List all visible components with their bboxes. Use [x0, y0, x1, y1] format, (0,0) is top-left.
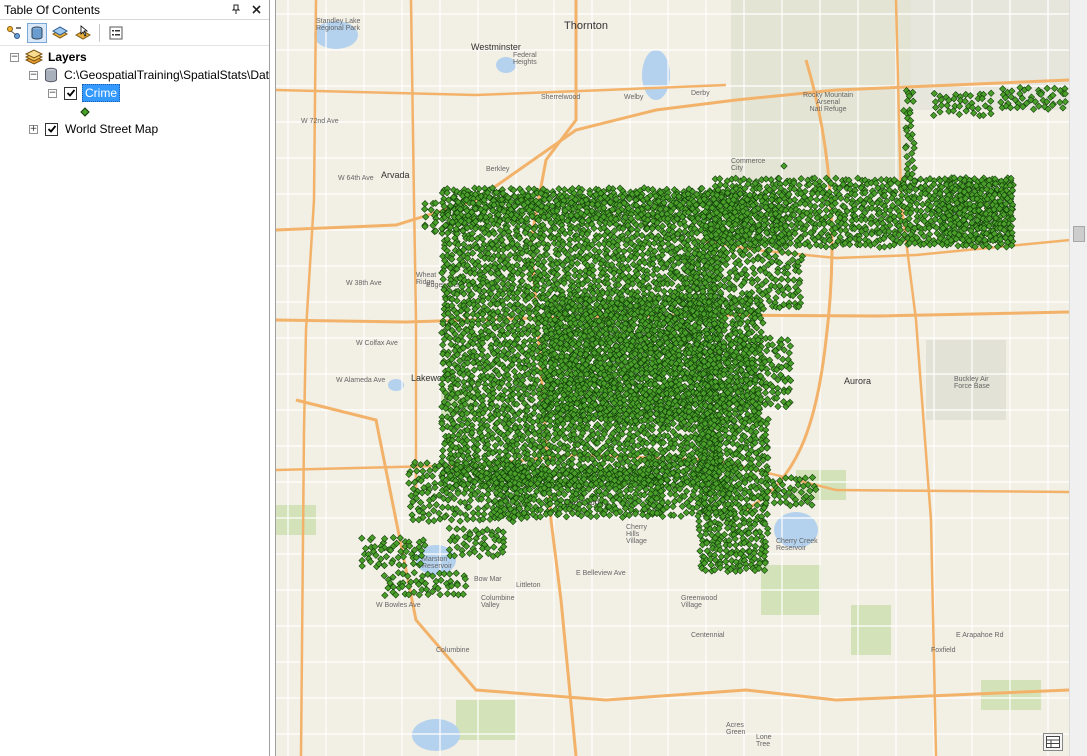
crime-point — [422, 213, 430, 221]
crime-point — [880, 243, 889, 251]
tree-row-dataframe[interactable]: − Layers — [10, 48, 89, 66]
toolbar-separator — [99, 23, 100, 42]
tree-row-source[interactable]: − C:\GeospatialTraining\SpatialStats\Dat — [29, 66, 271, 84]
crime-point — [501, 386, 509, 395]
crime-point — [439, 446, 447, 455]
crime-points-layer — [358, 83, 1069, 600]
toc-toolbar — [0, 20, 269, 46]
list-by-drawing-order-icon — [7, 25, 21, 39]
list-by-source-button[interactable] — [27, 22, 47, 43]
collapse-toggle[interactable]: − — [29, 70, 38, 80]
crime-legend-row — [80, 103, 90, 121]
crime-visibility-checkbox[interactable] — [64, 86, 77, 100]
list-by-source-icon — [31, 26, 43, 39]
crime-point — [822, 243, 830, 251]
crime-point — [716, 175, 724, 183]
collapse-toggle[interactable]: − — [48, 88, 57, 98]
crime-point — [555, 185, 563, 193]
list-by-drawing-order-button[interactable] — [4, 23, 24, 43]
crime-point — [573, 259, 581, 268]
crime-point — [565, 240, 573, 248]
list-by-visibility-icon — [52, 25, 68, 39]
crime-point — [594, 282, 603, 290]
crime-point — [483, 352, 492, 360]
map-view[interactable]: Thornton Westminster Federal Heights She… — [275, 0, 1069, 756]
options-button[interactable] — [106, 23, 126, 43]
crime-point — [474, 320, 483, 328]
list-by-selection-button[interactable] — [73, 23, 93, 43]
basemap-layer-label[interactable]: World Street Map — [63, 121, 160, 137]
crime-point — [638, 251, 647, 259]
dataframe-layers-icon — [25, 49, 43, 65]
crime-point — [420, 205, 429, 213]
crime-point — [620, 247, 628, 255]
expand-toggle[interactable]: + — [29, 124, 38, 134]
tree-row-crime[interactable]: − Crime — [48, 84, 120, 102]
toc-titlebar: Table Of Contents — [0, 0, 269, 20]
toc-title: Table Of Contents — [4, 2, 101, 17]
crime-point — [438, 452, 447, 461]
tree-row-basemap[interactable]: + World Street Map — [29, 120, 160, 138]
basemap-visibility-checkbox[interactable] — [45, 122, 58, 136]
crime-point — [529, 389, 538, 397]
crime-symbol-icon — [80, 107, 90, 117]
crime-point — [439, 341, 447, 349]
arcmap-window: Table Of Contents − Layers − C:\Geospati… — [0, 0, 1087, 756]
crime-point — [832, 174, 840, 182]
dataframe-label[interactable]: Layers — [46, 49, 89, 65]
crime-point — [822, 206, 830, 214]
list-by-visibility-button[interactable] — [50, 23, 70, 43]
crime-point — [797, 175, 805, 183]
crime-point — [813, 196, 821, 204]
options-icon — [109, 26, 123, 39]
crime-point — [912, 217, 921, 225]
close-icon[interactable] — [249, 3, 263, 17]
database-icon — [45, 67, 57, 83]
crime-point — [439, 275, 447, 283]
crime-point — [510, 367, 519, 376]
pin-icon[interactable] — [229, 3, 243, 17]
collapse-toggle[interactable]: − — [10, 52, 19, 62]
list-by-selection-icon — [75, 24, 91, 40]
source-path-label[interactable]: C:\GeospatialTraining\SpatialStats\Dat — [62, 67, 271, 83]
crime-point — [526, 314, 534, 322]
crime-layer-label[interactable]: Crime — [82, 84, 120, 102]
crime-point — [427, 206, 435, 214]
crime-point — [626, 246, 634, 254]
table-of-contents-pane: Table Of Contents − Layers − C:\Geospati… — [0, 0, 270, 756]
